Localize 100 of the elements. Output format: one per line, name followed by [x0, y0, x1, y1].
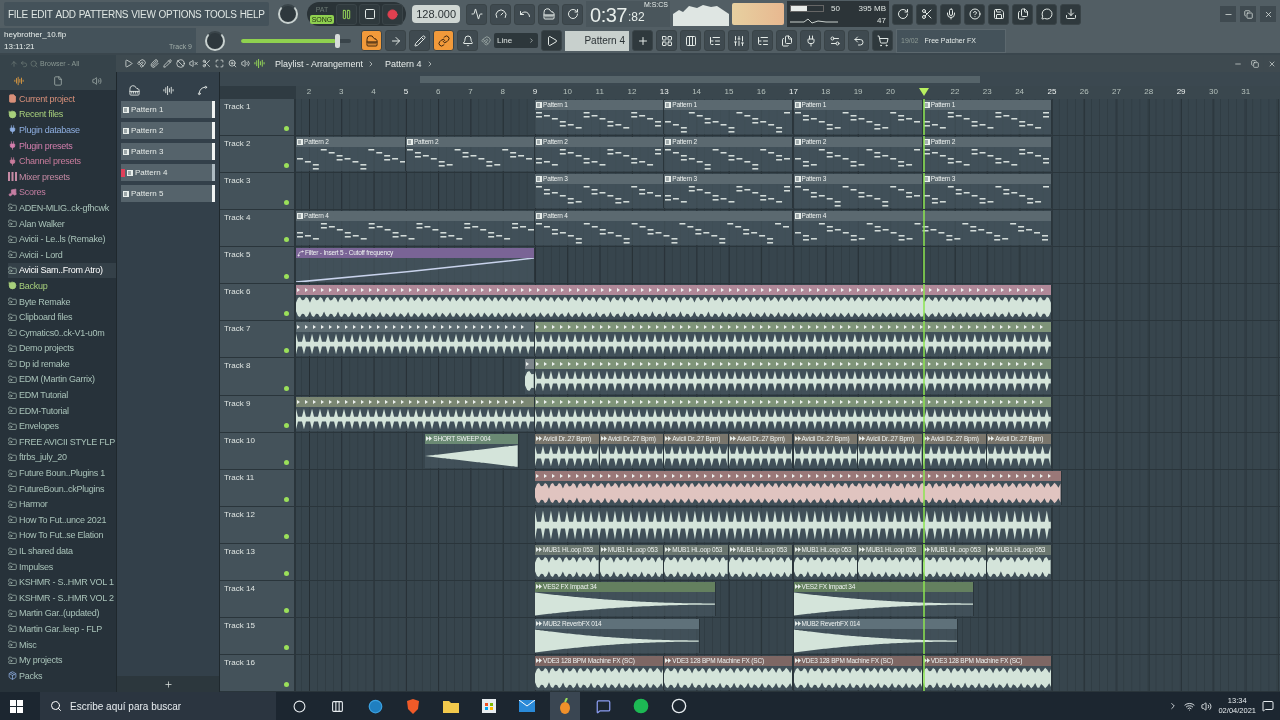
bar-number: 27 [1112, 87, 1121, 97]
browser-item[interactable]: EDM (Martin Garrix) [8, 371, 116, 388]
menu-item[interactable]: PATTERNS [78, 8, 129, 20]
track-header[interactable]: Track 16 [220, 654, 296, 691]
track-header[interactable]: Track 2 [220, 136, 296, 173]
bar-number: 12 [627, 87, 637, 97]
bar-number: 15 [724, 87, 734, 97]
pattern-item[interactable]: Pattern 2 [121, 122, 215, 139]
track-name: Track 7 [224, 324, 251, 334]
browser-item[interactable]: How To Fut..se Elation [8, 527, 116, 544]
browser-item[interactable]: Cymatics0..ck-V1-u0m [8, 324, 116, 341]
track-header[interactable]: Track 3 [220, 173, 296, 210]
browser-item[interactable]: Alan Walker [8, 215, 116, 232]
browser-item[interactable]: Current project [8, 91, 116, 107]
bar-number: 5 [403, 87, 409, 97]
track-header[interactable]: Track 1 [220, 99, 296, 136]
track-name: Track 5 [224, 250, 251, 260]
browser-item[interactable]: Scores [8, 184, 116, 201]
bar-number: 8 [500, 87, 505, 97]
track-name: Track 9 [224, 398, 251, 408]
browser-item[interactable]: Backup [8, 278, 116, 294]
menu-item[interactable]: FILE [8, 8, 28, 20]
browser-item[interactable]: Impulses [8, 558, 116, 575]
bar-number: 29 [1176, 87, 1186, 97]
track-name: Track 3 [224, 176, 251, 186]
pattern-item[interactable]: Pattern 1 [121, 101, 215, 118]
browser-item[interactable]: Martin Gar..(updated) [8, 605, 116, 622]
browser-item[interactable]: Packs [8, 667, 116, 684]
pattern-item[interactable]: Pattern 3 [121, 143, 215, 160]
track-name: Track 12 [224, 509, 255, 519]
browser-item[interactable]: Envelopes [8, 418, 116, 435]
menu-item[interactable]: HELP [239, 8, 265, 20]
track-name: Track 15 [224, 620, 255, 630]
track-header[interactable]: Track 6 [220, 284, 296, 321]
menu-item[interactable]: OPTIONS [158, 8, 202, 20]
browser-item[interactable]: Mixer presets [8, 168, 116, 185]
browser-item[interactable]: My projects [8, 652, 116, 668]
track-header[interactable]: Track 14 [220, 580, 296, 617]
browser-item[interactable]: KSHMR - S..HMR VOL 2 [8, 590, 116, 606]
browser-item[interactable]: IL shared data [8, 543, 116, 559]
pattern-item[interactable]: Pattern 4 [121, 164, 215, 181]
browser-item[interactable]: Plugin database [8, 122, 116, 138]
track-header[interactable]: Track 10 [220, 432, 296, 469]
browser-item[interactable]: Future Boun..Plugins 1 [8, 465, 116, 481]
track-header[interactable]: Track 15 [220, 617, 296, 654]
browser-item[interactable]: Clipboard files [8, 309, 116, 325]
cpu-panel: 50 395 MB 47 [787, 1, 889, 27]
browser-item[interactable]: Dp id remake [8, 356, 116, 372]
bar-number: 20 [885, 87, 895, 97]
track-header[interactable]: Track 13 [220, 543, 296, 580]
bar-number: 28 [1144, 87, 1154, 97]
track-name: Track 2 [224, 139, 251, 149]
browser-item[interactable]: Demo projects [8, 340, 116, 357]
bar-number: 25 [1047, 87, 1057, 97]
track-header[interactable]: Track 8 [220, 358, 296, 395]
pattern-item[interactable]: Pattern 5 [121, 185, 215, 202]
menu-item[interactable]: TOOLS [204, 8, 237, 20]
browser-item[interactable]: FutureBoun..ckPlugins [8, 480, 116, 497]
browser-item[interactable]: Avicii Sam..From Atro) [8, 262, 116, 279]
browser-item[interactable]: ftrbs_july_20 [8, 449, 116, 466]
track-header[interactable]: Track 5 [220, 247, 296, 284]
track-name: Track 1 [224, 102, 251, 111]
pattern-select[interactable]: Pattern 4 [565, 30, 629, 51]
search-field[interactable]: Escribe aquí para buscar [40, 692, 276, 720]
browser-item[interactable]: Avicii - Lord [8, 246, 116, 263]
browser-item[interactable]: EDM Tutorial [8, 387, 116, 403]
track-name: Track 10 [224, 435, 255, 445]
menu-item[interactable]: VIEW [131, 8, 156, 20]
track-header[interactable]: Track 11 [220, 469, 296, 506]
browser-item[interactable]: Byte Remake [8, 293, 116, 310]
menu-item[interactable]: ADD [55, 8, 76, 20]
bar-number: 9 [532, 87, 538, 97]
timeline-ruler[interactable]: 2 3 4 5 6 7 8 9 10 11 12 13 14 15 16 17 18 19 20 22 23 24 25 26 27 28 29 30 31 [296, 86, 1280, 99]
browser-item[interactable]: Martin Gar..leep - FLP [8, 621, 116, 637]
bar-number: 18 [821, 87, 831, 97]
browser-item[interactable]: ADEN-MLIG..ck-gfhcwk [8, 200, 116, 216]
bar-number: 22 [950, 87, 960, 97]
track-header[interactable]: Track 4 [220, 210, 296, 247]
menu-item[interactable]: EDIT [30, 8, 53, 20]
browser-item[interactable]: How To Fut..unce 2021 [8, 512, 116, 528]
track-name: Track 8 [224, 361, 251, 371]
bar-number: 11 [595, 87, 604, 97]
browser-item[interactable]: Harmor [8, 496, 116, 513]
bar-number: 17 [789, 87, 798, 97]
track-header[interactable]: Track 7 [220, 321, 296, 358]
bar-number: 23 [982, 87, 992, 97]
track-header[interactable]: Track 12 [220, 506, 296, 543]
playlist-pattern-crumb[interactable]: Pattern 4 [385, 58, 422, 69]
browser-item[interactable]: Misc [8, 636, 116, 653]
snap-select[interactable]: Line [494, 33, 538, 48]
browser-item[interactable]: Plugin presets [8, 137, 116, 154]
browser-item[interactable]: FREE AVICII STYLE FLP [8, 434, 116, 450]
browser-item[interactable]: Channel presets [8, 153, 116, 169]
browser-item[interactable]: Recent files [8, 106, 116, 123]
browser-item[interactable]: KSHMR - S..HMR VOL 1 [8, 574, 116, 590]
browser-item[interactable]: Avicii - Le..ls (Remake) [8, 231, 116, 247]
track-header[interactable]: Track 9 [220, 395, 296, 432]
bar-number: 7 [468, 87, 473, 97]
browser-item[interactable]: EDM-Tutorial [8, 402, 116, 419]
tempo-display[interactable]: 128.000 [412, 5, 460, 23]
